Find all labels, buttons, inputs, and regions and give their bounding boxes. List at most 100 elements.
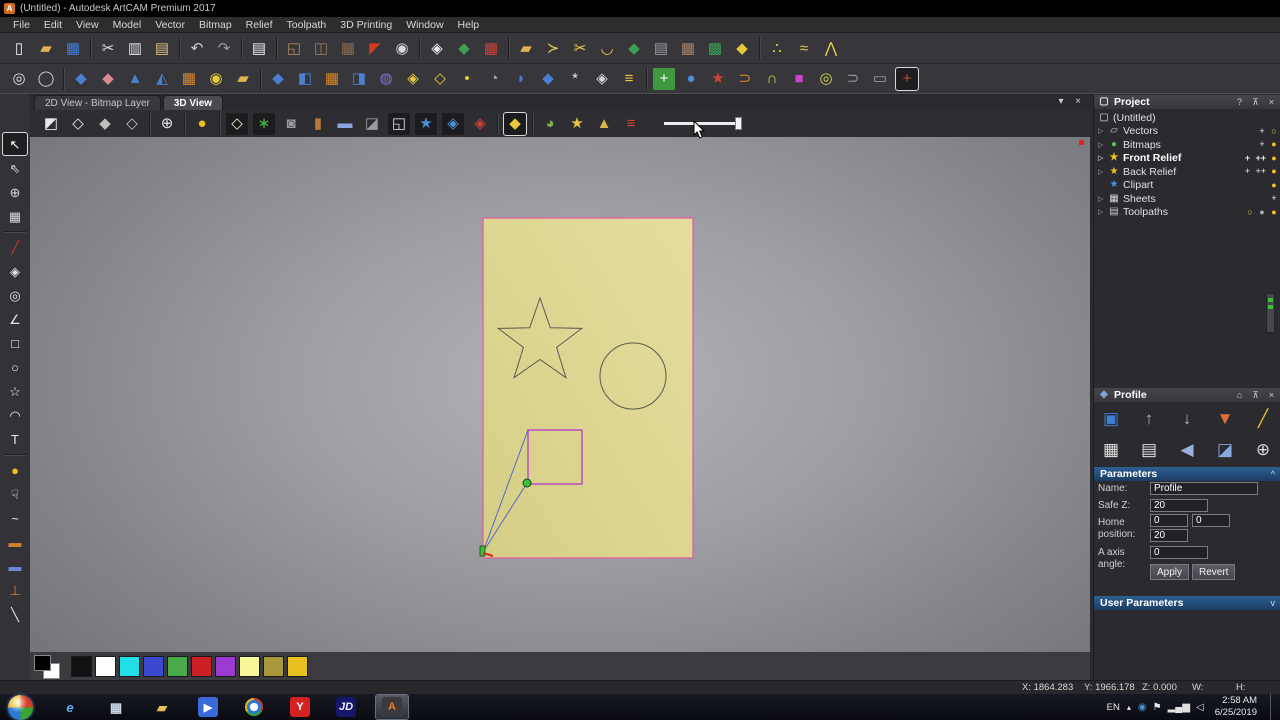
offset-vector-icon[interactable]: ◆	[623, 37, 645, 59]
relief-stack-icon[interactable]: ◈	[442, 113, 464, 135]
copy-icon[interactable]: ▥	[124, 37, 146, 59]
expander-icon[interactable]: ▷	[1098, 141, 1105, 149]
origin-node[interactable]	[480, 546, 485, 556]
add-peaks-icon[interactable]: ◭	[151, 68, 173, 90]
point-relief-icon[interactable]: •	[456, 68, 478, 90]
redo-icon[interactable]: ↷	[213, 37, 235, 59]
export-profile-icon[interactable]: ◀	[1174, 436, 1200, 462]
smooth-relief-icon[interactable]: ◆	[731, 37, 753, 59]
tree-item-back-relief[interactable]: ▷★Back Relief+++●	[1094, 165, 1280, 179]
clipart-library-icon[interactable]: ▰	[515, 37, 537, 59]
home-z-field[interactable]	[1150, 529, 1188, 542]
expander-icon[interactable]: ▷	[1098, 195, 1105, 203]
paint-selective-icon[interactable]: ◈	[3, 260, 27, 282]
home-x-field[interactable]	[1150, 514, 1188, 527]
create-polyline-icon[interactable]: ∠	[3, 308, 27, 330]
colour-swatch-0[interactable]	[71, 656, 92, 677]
join-vectors-icon[interactable]: ▤	[650, 37, 672, 59]
calculator-app-icon[interactable]: ▦	[100, 695, 132, 719]
apply-button[interactable]: Apply	[1150, 564, 1189, 580]
expand-icon[interactable]: v	[1271, 598, 1276, 608]
create-arc-icon[interactable]: ◠	[3, 404, 27, 426]
bulb-on-badge[interactable]: ●	[1270, 167, 1278, 176]
menu-help[interactable]: Help	[451, 18, 487, 32]
profile-notes-icon[interactable]: ▤	[1136, 436, 1162, 462]
pin-icon[interactable]: ⊼	[1250, 390, 1261, 401]
tree-item--untitled-[interactable]: ▢(Untitled)	[1094, 111, 1280, 125]
expander-icon[interactable]: ▷	[1098, 208, 1105, 216]
save-profile-icon[interactable]: ▣	[1098, 405, 1124, 431]
add-layers-badge[interactable]: ++	[1255, 167, 1266, 176]
slider-handle[interactable]	[735, 117, 742, 130]
freehand-draw-icon[interactable]: ~	[3, 507, 27, 529]
name-field[interactable]	[1150, 482, 1258, 495]
merge-shapes-icon[interactable]: ◎	[815, 68, 837, 90]
bulb-on-badge[interactable]: ●	[1270, 208, 1278, 217]
front-view-icon[interactable]: ◇	[121, 113, 143, 135]
material-block-icon[interactable]: ▬	[334, 113, 356, 135]
unwrap-relief-icon[interactable]: ◔	[483, 68, 505, 90]
bulb-gray-badge[interactable]: ●	[1258, 208, 1266, 217]
colour-swatch-4[interactable]	[167, 656, 188, 677]
cut-icon[interactable]: ✂	[97, 37, 119, 59]
flatten-relief-icon[interactable]: ◆	[537, 68, 559, 90]
add-badge[interactable]: +	[1258, 127, 1266, 136]
collapse-icon[interactable]: ^	[1271, 469, 1275, 479]
colour-layers-icon[interactable]: ≡	[620, 113, 642, 135]
colour-swatch-3[interactable]	[143, 656, 164, 677]
wrap-relief-icon[interactable]: ◗	[510, 68, 532, 90]
pin-icon[interactable]: ⊼	[1250, 97, 1261, 108]
chisel-icon[interactable]: ▬	[3, 531, 27, 553]
menu-bitmap[interactable]: Bitmap	[192, 18, 239, 32]
add-badge[interactable]: +	[1243, 167, 1251, 176]
blob-modelling-icon[interactable]: ●	[680, 68, 702, 90]
relief-shape-icon[interactable]: ◆	[70, 68, 92, 90]
start-button[interactable]	[8, 695, 33, 720]
draw-plane-icon[interactable]: ◇	[226, 113, 248, 135]
eraser-icon[interactable]: ▬	[3, 555, 27, 577]
new-file-icon[interactable]: ▯	[8, 37, 30, 59]
vector-doctor-icon[interactable]: ◆	[453, 37, 475, 59]
pyramid-layers-icon[interactable]: ▲	[593, 113, 615, 135]
hidden-icons-button[interactable]: ▴	[1127, 703, 1131, 712]
knife-icon[interactable]: ╲	[3, 603, 27, 625]
bulb-off-badge[interactable]: ○	[1270, 127, 1278, 136]
angled-plane-icon[interactable]: ◈	[402, 68, 424, 90]
toolbar-menu-icon[interactable]: ▾	[1054, 95, 1068, 108]
texture-star-icon[interactable]: ★	[707, 68, 729, 90]
model-canvas[interactable]	[30, 137, 1090, 652]
node-spacing-icon[interactable]: ≈	[793, 37, 815, 59]
menu-toolpath[interactable]: Toolpath	[280, 18, 334, 32]
a-axis-field[interactable]	[1150, 546, 1208, 559]
desk-light-icon[interactable]: ◤	[364, 37, 386, 59]
stamp-relief-icon[interactable]: *	[564, 68, 586, 90]
undo-icon[interactable]: ↶	[186, 37, 208, 59]
create-rectangle-icon[interactable]: □	[3, 332, 27, 354]
measure-icon[interactable]: ◎	[3, 284, 27, 306]
menu-edit[interactable]: Edit	[37, 18, 69, 32]
delete-profile-icon[interactable]: ▼	[1212, 405, 1238, 431]
bulb-on-badge[interactable]: ●	[1270, 140, 1278, 149]
user-parameters-section-header[interactable]: User Parameters v	[1094, 596, 1280, 610]
toolpath-sim-icon[interactable]: ◈	[469, 113, 491, 135]
create-text-icon[interactable]: T	[3, 428, 27, 450]
primary-secondary-colours[interactable]	[34, 655, 60, 677]
zoom-in-icon[interactable]: ⊕	[156, 113, 178, 135]
move-up-icon[interactable]: ↑	[1136, 405, 1162, 431]
weave-wizard-icon[interactable]: ▦	[178, 68, 200, 90]
paint-icon[interactable]: ╱	[3, 236, 27, 258]
clipart-star-icon[interactable]: ★	[415, 113, 437, 135]
toggle-light-icon[interactable]: ●	[191, 113, 213, 135]
create-star-icon[interactable]: ☆	[3, 380, 27, 402]
menu-model[interactable]: Model	[106, 18, 149, 32]
polyline-node[interactable]	[523, 479, 531, 487]
media-player-icon[interactable]: ▶	[192, 695, 224, 719]
create-circle-icon[interactable]: ○	[3, 356, 27, 378]
show-desktop-button[interactable]	[1270, 694, 1278, 720]
tree-item-vectors[interactable]: ▷▱Vectors+○	[1094, 125, 1280, 139]
material-view-icon[interactable]: ◆	[504, 113, 526, 135]
open-file-icon[interactable]: ▰	[35, 37, 57, 59]
zoom-object-icon[interactable]: ◎	[8, 68, 30, 90]
erase-relief-icon[interactable]: ◆	[97, 68, 119, 90]
add-badge[interactable]: +	[1270, 194, 1278, 203]
